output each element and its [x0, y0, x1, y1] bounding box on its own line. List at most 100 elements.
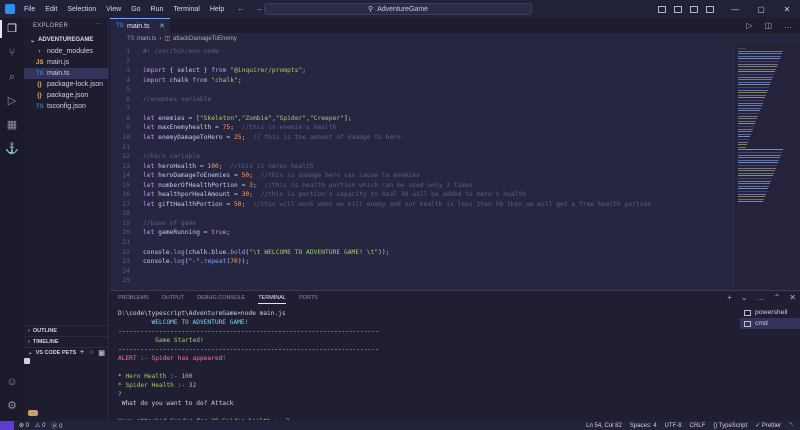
minimap-line [738, 94, 766, 96]
prettier-status[interactable]: ✓ Prettier [755, 422, 781, 429]
menu-view[interactable]: View [101, 6, 126, 13]
search-view-icon[interactable]: ⌕ [5, 70, 19, 84]
code-token: let [143, 191, 155, 199]
menu-run[interactable]: Run [146, 6, 169, 13]
cursor-position[interactable]: Ln 54, Col 82 [586, 423, 622, 429]
file-item[interactable]: {} package.json [24, 90, 108, 101]
add-pet-icon[interactable]: + [80, 349, 84, 357]
maximize-panel-icon[interactable]: ⌃ [774, 293, 781, 302]
remote-indicator[interactable] [0, 421, 14, 430]
code-token: //this is portion's capacity to heal 30 … [260, 191, 526, 199]
split-editor-icon[interactable]: ◫ [764, 21, 772, 30]
file-item[interactable]: TS main.ts [24, 68, 108, 79]
editor-scrollbar[interactable] [792, 44, 800, 290]
ports-count[interactable]: ⓦ 0 [51, 421, 62, 430]
vscode-pets-section[interactable]: ⌄ VS CODE PETS + ○ ▣ [24, 347, 109, 358]
terminal-output[interactable]: D:\code\typescript\AdventureGame>node ma… [118, 310, 740, 420]
workspace-folder-label: ADVENTUREGAME [38, 37, 94, 43]
terminal-line: ? [118, 391, 122, 398]
file-item[interactable]: JS main.js [24, 57, 108, 68]
more-actions-icon[interactable]: … [96, 20, 102, 26]
end-of-line[interactable]: CRLF [690, 423, 706, 429]
toggle-secondary-sidebar-icon[interactable] [690, 5, 698, 13]
close-tab-icon[interactable]: ✕ [159, 22, 165, 30]
language-mode[interactable]: {} TypeScript [713, 423, 747, 429]
timeline-section[interactable]: › TIMELINE [24, 336, 109, 347]
panel-tab-ports[interactable]: PORTS [299, 295, 318, 304]
menu-terminal[interactable]: Terminal [168, 6, 204, 13]
minimize-button[interactable]: — [722, 5, 748, 14]
file-item[interactable]: › node_modules [24, 46, 108, 57]
maximize-button[interactable]: ▢ [748, 5, 774, 14]
back-arrow-icon[interactable]: ← [237, 4, 245, 13]
account-icon[interactable]: ☺ [5, 375, 19, 389]
extensions-icon[interactable]: ▦ [5, 118, 19, 132]
minimap-line [738, 55, 781, 57]
minimap-line [738, 159, 779, 161]
terminal-item-cmd[interactable]: cmd [740, 318, 800, 329]
minimap-line [738, 198, 764, 200]
title-bar: File Edit Selection View Go Run Terminal Help ←… [0, 0, 800, 18]
panel-tab-output[interactable]: OUTPUT [162, 295, 185, 304]
menu-file[interactable]: File [19, 6, 40, 13]
file-type-icon: {} [37, 92, 42, 99]
source-control-icon[interactable]: ⑂ [5, 46, 19, 60]
toggle-panel-icon[interactable] [674, 5, 682, 13]
forward-arrow-icon[interactable]: → [255, 4, 263, 13]
run-debug-icon[interactable]: ▷ [5, 94, 19, 108]
close-panel-icon[interactable]: ✕ [789, 293, 796, 302]
indentation[interactable]: Spaces: 4 [630, 423, 657, 429]
more-actions-icon[interactable]: … [784, 21, 792, 30]
customize-layout-icon[interactable] [706, 5, 714, 13]
workspace-folder[interactable]: ⌄ ADVENTUREGAME [24, 34, 108, 46]
more-actions-icon[interactable]: … [757, 293, 765, 302]
docker-icon[interactable]: ⚓ [5, 142, 19, 156]
line-number: 3 [126, 67, 130, 75]
close-window-button[interactable]: ✕ [774, 5, 800, 14]
menu-go[interactable]: Go [126, 6, 145, 13]
code-token: (chalk.blue. [184, 248, 231, 256]
menu-edit[interactable]: Edit [40, 6, 62, 13]
notifications-icon[interactable]: ␇ [789, 422, 794, 429]
line-number: 12 [122, 153, 130, 161]
menu-help[interactable]: Help [205, 6, 229, 13]
settings-gear-icon[interactable]: ⚙ [5, 399, 19, 413]
minimap[interactable] [733, 44, 792, 290]
typescript-file-icon: TS [116, 23, 124, 29]
file-type-icon: › [38, 48, 41, 55]
menu-selection[interactable]: Selection [62, 6, 101, 13]
minimap-line [738, 115, 758, 117]
breadcrumb-file[interactable]: main.ts [137, 36, 156, 42]
code-editor[interactable]: 1 #! /usr/bin/env node 2 3 import { select }… [110, 44, 733, 290]
panel-tab-debug-console[interactable]: DEBUG CONSOLE [197, 295, 245, 304]
code-text: let heroHealth = 100; //this is heros he… [143, 163, 314, 170]
terminal-line: ----------------------------------------… [118, 328, 379, 335]
code-token: 50 [234, 200, 242, 208]
pet-dog-sprite[interactable] [28, 410, 38, 416]
menu-bar: File Edit Selection View Go Run Terminal Help [19, 6, 229, 13]
encoding[interactable]: UTF-8 [665, 423, 682, 429]
code-token: repeat [203, 258, 227, 266]
minimap-line [738, 74, 774, 75]
terminal-item-powershell[interactable]: powershell [740, 307, 800, 318]
command-center-search[interactable]: ⚲ AdventureGame [264, 3, 532, 15]
new-terminal-icon[interactable]: + [727, 293, 732, 302]
delete-pet-icon[interactable]: ▣ [98, 349, 105, 357]
toggle-sidebar-icon[interactable] [658, 5, 666, 13]
command-center-label: AdventureGame [377, 5, 429, 13]
file-item[interactable]: TS tsconfig.json [24, 101, 108, 112]
tab-main-ts[interactable]: TS main.ts ✕ [110, 18, 170, 33]
warnings-count[interactable]: ⚠ 0 [35, 422, 45, 429]
explorer-icon[interactable]: ❐ [5, 22, 19, 36]
file-item[interactable]: {} package-lock.json [24, 79, 108, 90]
pet-sprite[interactable] [24, 358, 30, 364]
errors-count[interactable]: ⊗ 0 [19, 422, 29, 429]
terminal-dropdown-icon[interactable]: ⌄ [741, 293, 748, 302]
panel-tab-terminal[interactable]: TERMINAL [258, 295, 286, 304]
code-token: )); [237, 258, 250, 266]
run-code-icon[interactable]: ▷ [746, 21, 752, 30]
breadcrumb-symbol[interactable]: attackDamageToEnemy [173, 36, 237, 42]
outline-section[interactable]: › OUTLINE [24, 325, 109, 336]
throw-ball-icon[interactable]: ○ [89, 349, 93, 357]
panel-tab-problems[interactable]: PROBLEMS [118, 295, 149, 304]
